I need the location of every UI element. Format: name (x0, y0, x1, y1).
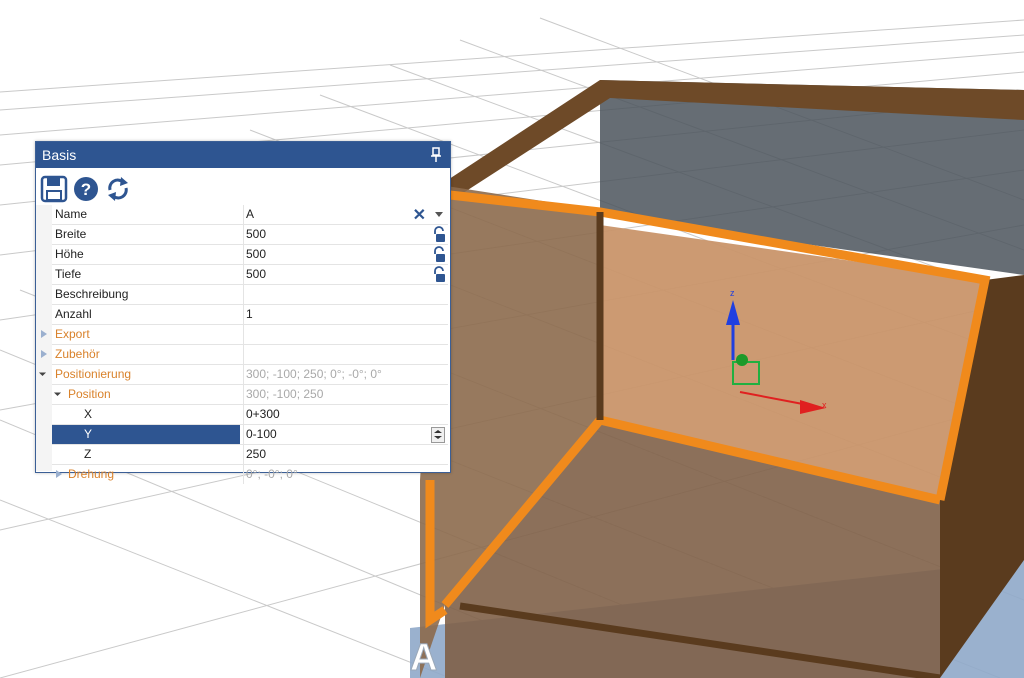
property-label: Tiefe (55, 267, 82, 281)
unlock-icon[interactable] (432, 266, 446, 283)
property-value[interactable]: 0+300 (246, 407, 280, 421)
property-row-anzahl[interactable]: Anzahl 1 (52, 305, 448, 325)
category-label: Export (55, 327, 90, 341)
category-row-drehung[interactable]: Drehung 0°; -0°; 0° (52, 465, 448, 484)
spinner-icon[interactable] (431, 427, 445, 443)
property-label: Z (84, 447, 92, 461)
svg-text:?: ? (81, 180, 91, 199)
property-label-selected: Y (52, 425, 240, 444)
unlock-icon[interactable] (432, 226, 446, 243)
pin-icon[interactable] (430, 147, 442, 163)
gizmo-center[interactable] (736, 354, 748, 366)
object-label: A (410, 637, 437, 678)
gizmo-x-label: x (822, 400, 827, 410)
save-icon[interactable] (40, 175, 68, 203)
expand-icon[interactable] (41, 350, 47, 358)
clear-icon[interactable]: ✕ (413, 205, 426, 225)
expand-icon[interactable] (41, 330, 47, 338)
property-row-beschreibung[interactable]: Beschreibung (52, 285, 448, 305)
category-label: Positionierung (55, 367, 132, 381)
property-grid: Name A ✕ Breite 500 Höhe 500 Tiefe 500 B… (38, 205, 448, 484)
collapse-icon[interactable] (53, 388, 62, 397)
property-row-name[interactable]: Name A ✕ (52, 205, 448, 225)
unlock-icon[interactable] (432, 246, 446, 263)
category-row-position[interactable]: Position 300; -100; 250 (52, 385, 448, 405)
dropdown-icon[interactable] (435, 212, 443, 217)
panel-toolbar: ? (36, 169, 450, 205)
category-label: Position (68, 387, 111, 401)
help-icon[interactable]: ? (72, 175, 100, 203)
grid-gutter (36, 205, 52, 471)
category-label: Zubehör (55, 347, 100, 361)
property-value-editing[interactable]: 0-100 (246, 427, 277, 441)
property-row-y[interactable]: Y 0-100 (52, 425, 448, 445)
category-row-positionierung[interactable]: Positionierung 300; -100; 250; 0°; -0°; … (38, 365, 448, 385)
property-row-x[interactable]: X 0+300 (52, 405, 448, 425)
property-label: Anzahl (55, 307, 92, 321)
refresh-icon[interactable] (104, 175, 132, 203)
property-panel: Basis ? Name A ✕ Breite 500 Höhe 500 Tie… (35, 141, 451, 484)
panel-title: Basis (42, 147, 77, 163)
expand-icon[interactable] (56, 470, 62, 478)
property-row-tiefe[interactable]: Tiefe 500 (52, 265, 448, 285)
property-value[interactable]: 500 (246, 227, 266, 241)
category-row-zubehoer[interactable]: Zubehör (41, 345, 448, 365)
property-label: X (84, 407, 93, 421)
property-row-z[interactable]: Z 250 (52, 445, 448, 465)
box-object[interactable]: A (410, 80, 1024, 678)
category-row-export[interactable]: Export (41, 325, 448, 345)
category-label: Drehung (68, 467, 115, 481)
property-value[interactable]: 250 (246, 447, 266, 461)
property-value[interactable]: A (246, 207, 254, 221)
property-label: Breite (55, 227, 87, 241)
property-label: Beschreibung (55, 287, 129, 301)
property-label: Name (55, 207, 88, 221)
property-value[interactable]: 1 (246, 307, 253, 321)
gizmo-z-label: z (730, 288, 735, 298)
property-summary: 300; -100; 250; 0°; -0°; 0° (246, 367, 382, 381)
property-label: Höhe (55, 247, 84, 261)
property-summary: 0°; -0°; 0° (246, 467, 298, 481)
property-summary: 300; -100; 250 (246, 387, 324, 401)
property-row-breite[interactable]: Breite 500 (52, 225, 448, 245)
property-value[interactable]: 500 (246, 247, 266, 261)
panel-title-bar: Basis (36, 142, 450, 168)
property-value[interactable]: 500 (246, 267, 266, 281)
property-row-hoehe[interactable]: Höhe 500 (52, 245, 448, 265)
